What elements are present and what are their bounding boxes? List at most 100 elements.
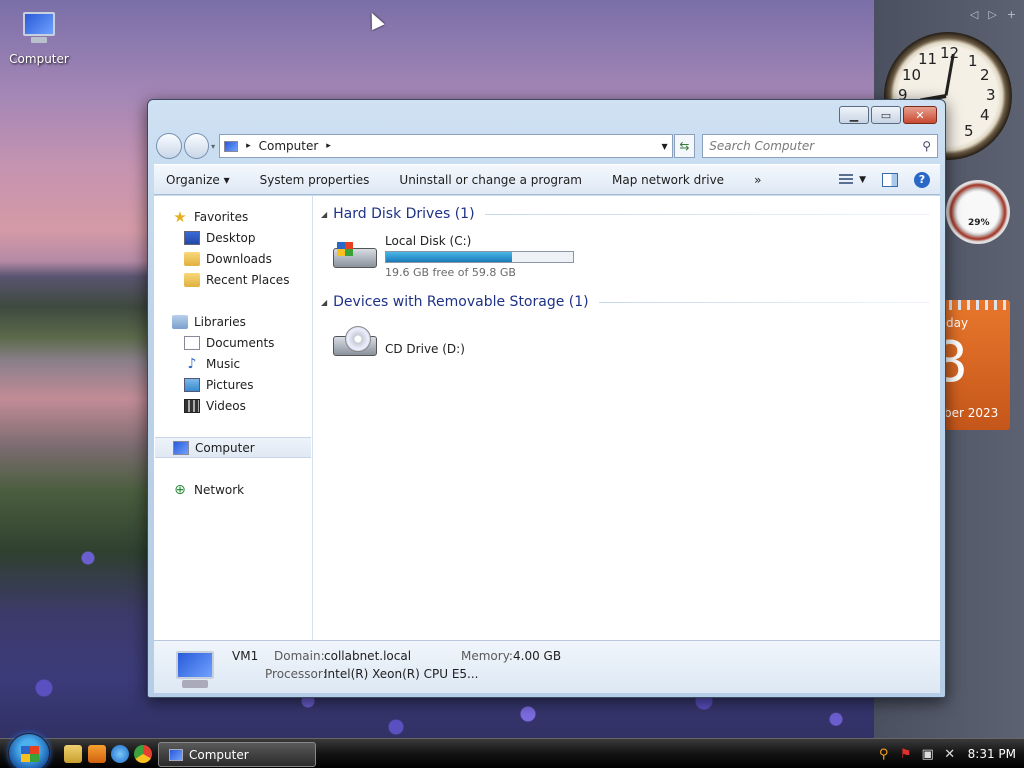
calendar-day: day: [946, 316, 969, 330]
views-icon: [839, 173, 854, 186]
back-button[interactable]: [156, 133, 182, 159]
sidebar-add-icon[interactable]: +: [1007, 8, 1016, 21]
explorer-quicklaunch-icon[interactable]: [64, 745, 82, 763]
nav-item-desktop[interactable]: Desktop: [154, 227, 312, 248]
drive-free-space: 19.6 GB free of 59.8 GB: [385, 266, 516, 279]
mouse-cursor-icon: [365, 9, 385, 31]
map-network-drive-button[interactable]: Map network drive: [612, 173, 724, 187]
clock-number: 4: [980, 106, 990, 124]
maximize-button[interactable]: ▭: [871, 106, 901, 124]
nav-item-computer[interactable]: Computer: [155, 437, 311, 458]
breadcrumb-separator[interactable]: ▸: [326, 141, 331, 151]
processor-label: Processor:: [265, 667, 327, 681]
clock-number: 11: [918, 50, 938, 68]
clock-time[interactable]: 8:31 PM: [968, 747, 1016, 761]
help-icon[interactable]: ?: [914, 171, 930, 188]
organize-button[interactable]: Organize ▾: [166, 173, 230, 187]
nav-item-downloads[interactable]: Downloads: [154, 248, 312, 269]
clock-number: 10: [902, 66, 922, 84]
system-properties-button[interactable]: System properties: [260, 173, 370, 187]
desktop-icon-computer[interactable]: Computer: [6, 10, 72, 66]
chevron-down-icon: ▼: [859, 174, 866, 185]
media-player-quicklaunch-icon[interactable]: [88, 745, 106, 763]
window-controls: ▁ ▭ ✕: [839, 106, 937, 124]
forward-button[interactable]: [183, 133, 210, 159]
music-note-icon: ♪: [187, 355, 197, 372]
address-dropdown-icon[interactable]: ▼: [661, 142, 667, 151]
refresh-button[interactable]: ⇆: [673, 134, 696, 158]
search-input[interactable]: Search Computer ⚲: [702, 134, 938, 158]
internet-explorer-icon[interactable]: [111, 745, 129, 763]
disk-usage-fill: [386, 252, 512, 262]
clock-number: 12: [940, 44, 960, 62]
nav-item-recent-places[interactable]: Recent Places: [154, 269, 312, 290]
documents-icon: [184, 335, 200, 350]
change-view-button[interactable]: ▼: [839, 173, 866, 186]
start-button[interactable]: [8, 733, 50, 768]
uninstall-program-button[interactable]: Uninstall or change a program: [399, 173, 582, 187]
nav-label: Documents: [206, 335, 275, 350]
group-header-hard-disks[interactable]: ◢ Hard Disk Drives (1): [321, 204, 940, 224]
action-center-flag-icon[interactable]: ⚑: [898, 746, 914, 762]
sidebar-prev-icon[interactable]: ◁: [970, 8, 978, 21]
nav-item-favorites[interactable]: ★ Favorites: [154, 206, 312, 227]
nav-item-documents[interactable]: Documents: [154, 332, 312, 353]
clock-number: 2: [980, 66, 990, 84]
group-title: Hard Disk Drives (1): [333, 206, 475, 222]
explorer-window: ▁ ▭ ✕ ▾ ▸ Computer ▸ ▼ ⇆ Search Computer…: [147, 99, 946, 698]
breadcrumb-separator[interactable]: ▸: [246, 141, 251, 151]
drive-name: CD Drive (D:): [385, 342, 465, 356]
network-status-icon[interactable]: ▣: [920, 746, 936, 762]
nav-item-pictures[interactable]: Pictures: [154, 374, 312, 395]
content-area: ★ Favorites Desktop Downloads Recent Pla…: [154, 196, 940, 640]
system-tray: ⚲ ⚑ ▣ ✕ 8:31 PM: [876, 739, 1016, 768]
memory-value: 4.00 GB: [513, 649, 562, 663]
computer-icon: [169, 748, 183, 761]
preview-pane-icon[interactable]: [882, 172, 898, 187]
nav-label: Downloads: [206, 251, 272, 266]
search-icon[interactable]: ⚲: [922, 139, 931, 153]
chrome-icon[interactable]: [134, 745, 152, 763]
address-bar[interactable]: ▸ Computer ▸ ▼: [219, 134, 673, 158]
computer-icon: [173, 440, 189, 455]
more-commands-button[interactable]: »: [754, 173, 761, 187]
sidebar-next-icon[interactable]: ▷: [988, 8, 996, 21]
desktop-icon-label: Computer: [9, 52, 69, 66]
nav-label: Recent Places: [206, 272, 290, 287]
disk-usage-bar: [385, 251, 574, 263]
downloads-folder-icon: [184, 251, 200, 266]
taskbar-button-computer[interactable]: Computer: [158, 742, 316, 767]
drive-item-c[interactable]: Local Disk (C:) 19.6 GB free of 59.8 GB: [321, 230, 940, 286]
nav-label: Computer: [195, 440, 255, 455]
nav-label: Favorites: [194, 209, 249, 224]
search-icon[interactable]: ⚲: [876, 746, 892, 762]
calendar-gadget[interactable]: day 8 ber 2023: [940, 300, 1010, 430]
details-pane: VM1 Domain: collabnet.local Memory: 4.00…: [154, 640, 940, 693]
calendar-rings: [940, 300, 1010, 310]
domain-value: collabnet.local: [324, 649, 412, 663]
star-icon: ★: [173, 207, 187, 226]
sidebar-controls: ◁ ▷ +: [970, 8, 1016, 21]
volume-muted-icon[interactable]: ✕: [942, 746, 958, 762]
cpu-meter-gadget[interactable]: 29%: [946, 180, 1010, 244]
computer-name: VM1: [232, 649, 259, 663]
collapse-triangle-icon[interactable]: ◢: [321, 298, 327, 307]
nav-item-network[interactable]: ⊕ Network: [154, 479, 312, 500]
clock-number: 3: [986, 86, 996, 104]
calendar-month: ber 2023: [944, 406, 999, 420]
nav-item-videos[interactable]: Videos: [154, 395, 312, 416]
drive-item-d[interactable]: CD Drive (D:): [321, 318, 940, 374]
nav-item-music[interactable]: ♪ Music: [154, 353, 312, 374]
nav-item-libraries[interactable]: Libraries: [154, 311, 312, 332]
close-button[interactable]: ✕: [903, 106, 937, 124]
recent-pages-dropdown-icon[interactable]: ▾: [211, 142, 215, 151]
computer-icon: [172, 649, 218, 689]
minimize-button[interactable]: ▁: [839, 106, 869, 124]
task-label: Computer: [189, 747, 249, 762]
navigation-pane: ★ Favorites Desktop Downloads Recent Pla…: [154, 196, 313, 640]
collapse-triangle-icon[interactable]: ◢: [321, 210, 327, 219]
file-list: ◢ Hard Disk Drives (1) Local Disk (C:) 1…: [313, 196, 940, 640]
breadcrumb-computer[interactable]: Computer: [259, 139, 319, 153]
group-header-removable-storage[interactable]: ◢ Devices with Removable Storage (1): [321, 292, 940, 312]
meter-percent: 29%: [968, 218, 990, 228]
